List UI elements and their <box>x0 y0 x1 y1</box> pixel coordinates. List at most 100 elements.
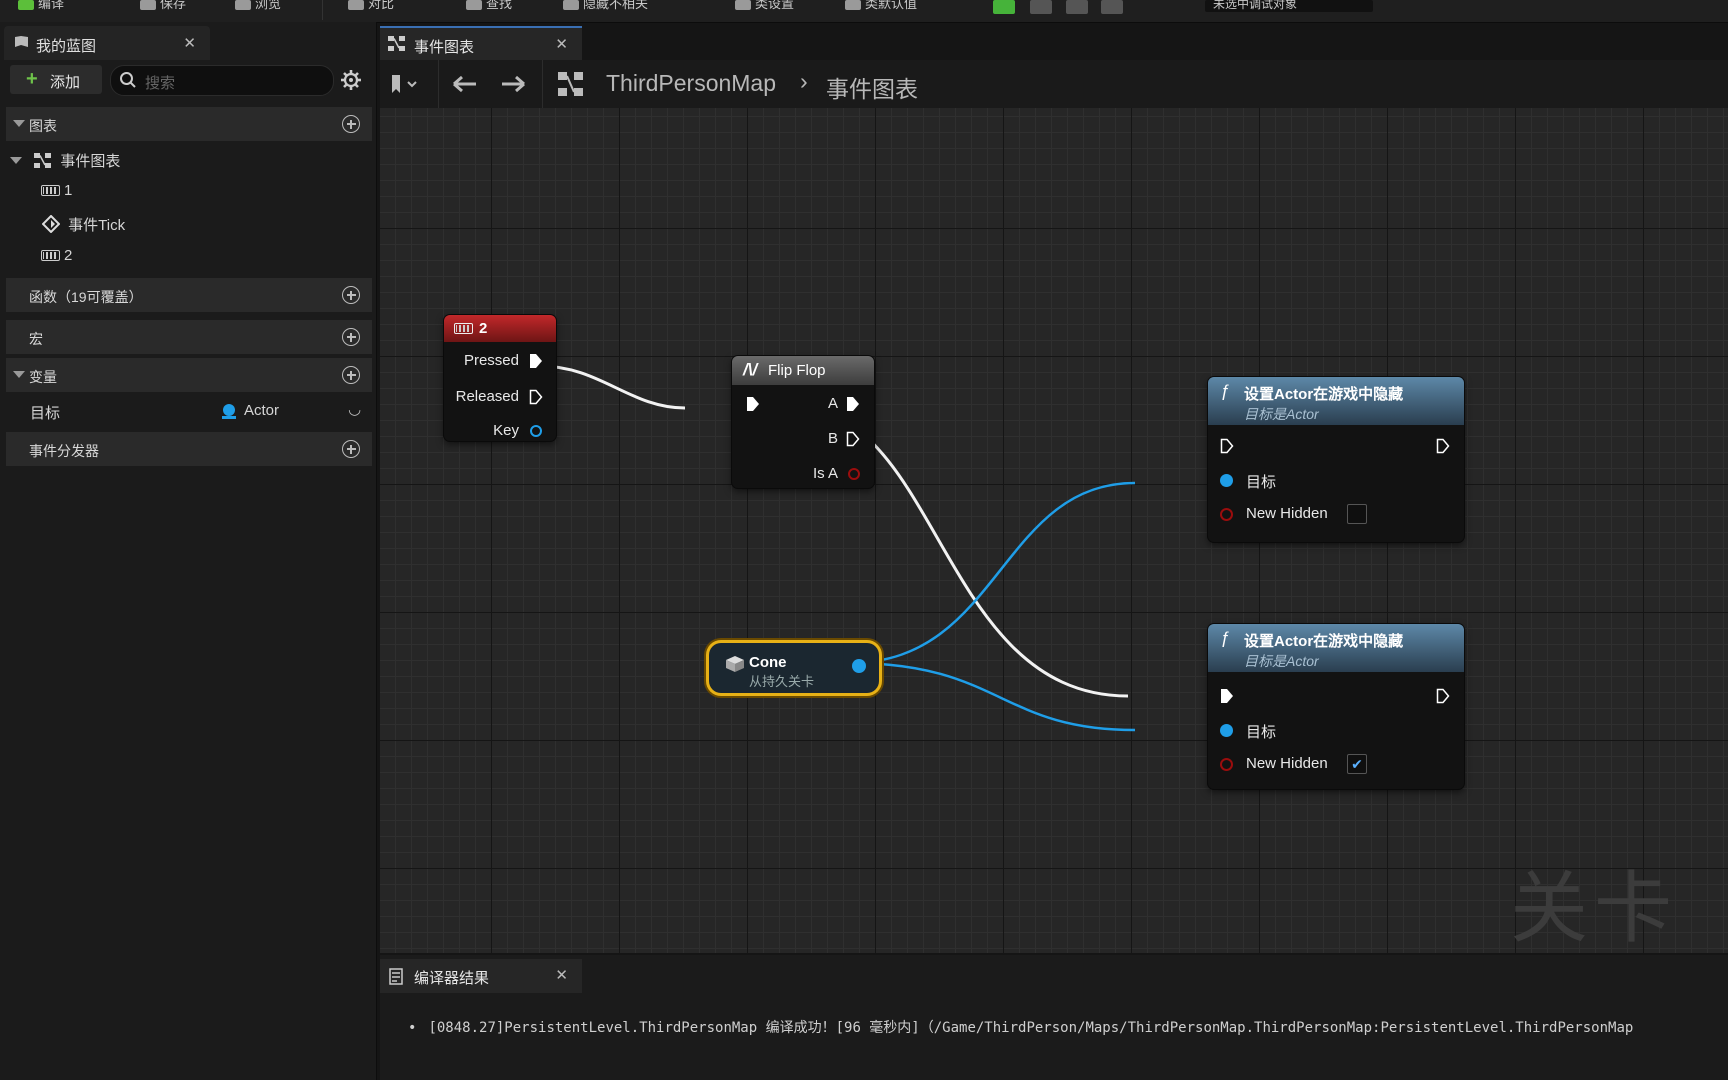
diff-icon <box>348 0 364 10</box>
section-macros[interactable]: 宏 <box>6 320 372 354</box>
new-hidden-checkbox[interactable]: ✔ <box>1347 754 1367 774</box>
tab-my-blueprint[interactable]: 我的蓝图 ✕ <box>4 26 210 60</box>
macro-icon: /\/ <box>743 360 758 379</box>
add-macro-icon[interactable] <box>342 328 360 346</box>
add-dispatcher-icon[interactable] <box>342 440 360 458</box>
keyboard-icon <box>41 185 60 196</box>
variable-row-target[interactable]: 目标 Actor ◡ <box>30 400 368 423</box>
exec-pin-in[interactable] <box>1220 438 1234 454</box>
section-functions[interactable]: 函数（19可覆盖） <box>6 278 372 312</box>
exec-pin-out[interactable] <box>1436 438 1450 454</box>
divider <box>542 60 543 108</box>
back-arrow-icon[interactable] <box>452 74 478 94</box>
search-icon <box>120 72 136 88</box>
forward-arrow-icon[interactable] <box>500 74 526 94</box>
event-icon <box>41 214 61 234</box>
add-graph-icon[interactable] <box>342 115 360 133</box>
close-icon[interactable]: ✕ <box>183 34 196 52</box>
tab-compiler-results[interactable]: 编译器结果 ✕ <box>380 959 582 993</box>
compile-icon <box>18 0 34 10</box>
bookmark-icon[interactable] <box>390 74 418 94</box>
compile-button[interactable]: 编译 <box>18 0 64 14</box>
object-output-pin[interactable] <box>852 659 866 673</box>
actor-type-icon <box>222 404 236 419</box>
graph-breadcrumb-bar: ThirdPersonMap › 事件图表 <box>380 60 1728 108</box>
node-flip-flop[interactable]: /\/ Flip Flop A B Is A <box>732 356 874 488</box>
event-graph-icon <box>388 36 405 51</box>
add-button[interactable]: + 添加 <box>10 65 102 94</box>
tree-item-key-2[interactable]: 2 <box>41 247 72 264</box>
add-function-icon[interactable] <box>342 286 360 304</box>
node-header: ƒ 设置Actor在游戏中隐藏 目标是Actor <box>1208 624 1464 672</box>
debug-object-select[interactable]: 未选中调试对象 <box>1205 0 1373 12</box>
gear-icon[interactable] <box>340 69 362 91</box>
class-defaults-button[interactable]: 类默认值 <box>845 0 917 14</box>
browse-button[interactable]: 浏览 <box>235 0 281 14</box>
node-header: ƒ 设置Actor在游戏中隐藏 目标是Actor <box>1208 377 1464 425</box>
breadcrumb-current[interactable]: 事件图表 <box>826 70 918 104</box>
exec-pin-released[interactable] <box>529 389 543 405</box>
section-graphs[interactable]: 图表 <box>6 107 372 141</box>
exec-pin-pressed[interactable] <box>529 353 543 369</box>
add-variable-icon[interactable] <box>342 366 360 384</box>
level-blueprint-watermark: 关卡蓝 <box>1510 864 1679 952</box>
hide-unrelated-button[interactable]: 隐藏不相关 <box>563 0 648 14</box>
node-set-actor-hidden-2[interactable]: ƒ 设置Actor在游戏中隐藏 目标是Actor 目标 New Hidden ✔ <box>1208 624 1464 789</box>
node-set-actor-hidden-1[interactable]: ƒ 设置Actor在游戏中隐藏 目标是Actor 目标 New Hidden <box>1208 377 1464 542</box>
diff-button[interactable]: 对比 <box>348 0 394 14</box>
node-cone-reference[interactable]: Cone 从持久关卡 <box>709 643 879 693</box>
actor-cube-icon <box>726 656 744 672</box>
tree-item-event-graph[interactable]: 事件图表 <box>10 150 120 171</box>
my-blueprint-panel: 我的蓝图 ✕ + 添加 搜索 图表 事件图表 1 事件Tick 2 函数（19可… <box>0 22 377 1080</box>
tree-item-event-tick[interactable]: 事件Tick <box>41 214 125 235</box>
node-key-2[interactable]: 2 Pressed Released Key <box>444 315 556 441</box>
tree-item-key-1[interactable]: 1 <box>41 182 72 199</box>
compiler-log-icon <box>389 968 403 985</box>
eject-button[interactable] <box>1101 0 1123 14</box>
exec-pin-b[interactable] <box>846 431 860 447</box>
section-event-dispatchers[interactable]: 事件分发器 <box>6 432 372 466</box>
event-graph-icon <box>34 153 52 168</box>
key-pin[interactable] <box>530 425 542 437</box>
divider <box>438 60 439 108</box>
bool-pin-new-hidden[interactable] <box>1220 508 1233 521</box>
save-button[interactable]: 保存 <box>140 0 186 14</box>
node-header: /\/ Flip Flop <box>732 356 874 385</box>
exec-pin-in[interactable] <box>1220 688 1234 704</box>
save-icon <box>140 0 156 10</box>
stop-button[interactable] <box>1066 0 1088 14</box>
hide-unrelated-icon <box>563 0 579 10</box>
bool-pin-new-hidden[interactable] <box>1220 758 1233 771</box>
wires-layer <box>539 364 1136 732</box>
collapse-arrow-icon <box>13 120 25 127</box>
tab-event-graph[interactable]: 事件图表 ✕ <box>380 26 582 62</box>
step-button[interactable] <box>1030 0 1052 14</box>
find-button[interactable]: 查找 <box>466 0 512 14</box>
class-settings-icon <box>735 0 751 10</box>
breadcrumb-separator-icon: › <box>800 68 808 94</box>
expand-arrow-icon <box>10 157 22 164</box>
exec-pin-a[interactable] <box>846 396 860 412</box>
graph-canvas[interactable]: 2 Pressed Released Key /\/ Flip Flop A B… <box>380 108 1728 953</box>
bool-pin-is-a[interactable] <box>848 468 860 480</box>
visibility-eye-icon[interactable]: ◡ <box>348 400 361 418</box>
search-input[interactable]: 搜索 <box>110 65 334 96</box>
node-header: 2 <box>444 315 556 342</box>
play-button[interactable] <box>993 0 1015 14</box>
close-icon[interactable]: ✕ <box>555 966 568 984</box>
new-hidden-checkbox[interactable] <box>1347 504 1367 524</box>
section-variables[interactable]: 变量 <box>6 358 372 392</box>
function-icon: ƒ <box>1220 628 1230 647</box>
checkmark-icon: ✔ <box>1351 756 1363 772</box>
plus-icon: + <box>26 68 38 90</box>
target-pin[interactable] <box>1220 474 1233 487</box>
exec-pin-out[interactable] <box>1436 688 1450 704</box>
breadcrumb-root[interactable]: ThirdPersonMap <box>606 70 776 97</box>
target-pin[interactable] <box>1220 724 1233 737</box>
exec-pin-in[interactable] <box>746 396 760 412</box>
toolbar-divider <box>322 0 323 20</box>
bullet-icon: • <box>408 1020 417 1036</box>
class-settings-button[interactable]: 类设置 <box>735 0 794 14</box>
close-icon[interactable]: ✕ <box>555 35 568 53</box>
main-toolbar: 编译 保存 浏览 对比 查找 隐藏不相关 类设置 类默认值 未选中调试对象 <box>0 0 1728 23</box>
